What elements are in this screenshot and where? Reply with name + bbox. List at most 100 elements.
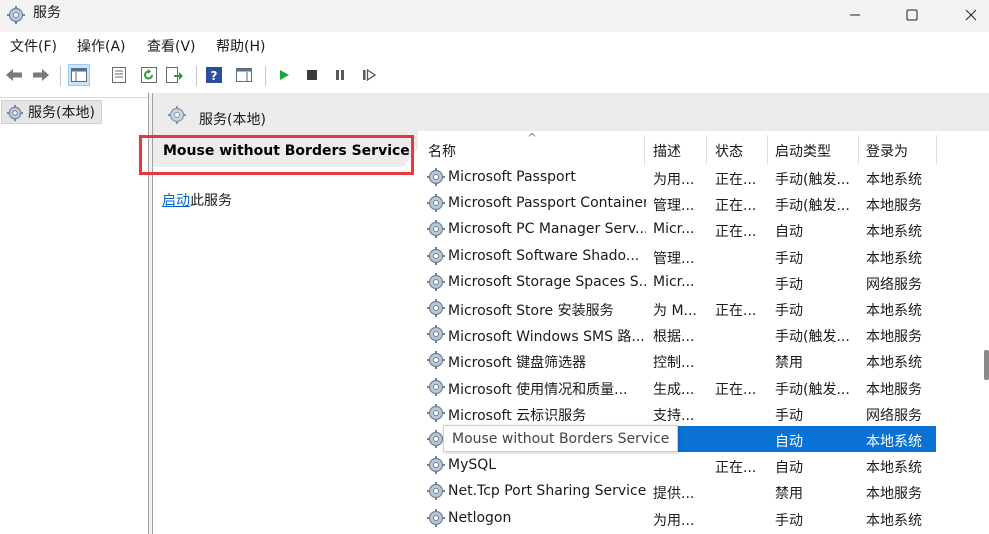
pause-service-button[interactable]: [329, 64, 351, 86]
cell-name: Microsoft Software Shado...: [448, 247, 640, 264]
cell-startup-type: 自动: [775, 434, 803, 450]
cell-description: 根据...: [653, 329, 695, 346]
table-row[interactable]: Microsoft PC Manager Serv... Micr... 正在...…: [418, 216, 938, 242]
start-service-button[interactable]: [273, 64, 295, 86]
service-gear-icon: [427, 220, 445, 239]
vertical-scrollbar[interactable]: [982, 131, 989, 534]
action-pane-button[interactable]: [233, 64, 255, 86]
resume-icon: [363, 69, 376, 81]
minimize-icon: [850, 14, 860, 16]
gear-icon: [7, 6, 25, 24]
cell-name: Net.Tcp Port Sharing Service: [448, 483, 646, 500]
help-button[interactable]: ?: [203, 64, 225, 86]
table-row[interactable]: Microsoft Storage Spaces S... Micr... 手动 网络…: [418, 269, 938, 295]
refresh-icon: [141, 67, 157, 83]
cell-name: Microsoft Store 安装服务: [448, 303, 614, 319]
column-header-status[interactable]: 状态: [715, 141, 743, 161]
back-button[interactable]: [3, 64, 25, 86]
export-button[interactable]: [164, 64, 186, 86]
show-tree-button[interactable]: [68, 64, 90, 86]
scrollbar-thumb[interactable]: [984, 350, 989, 380]
table-row[interactable]: Microsoft Windows SMS 路... 根据... 手动(触发... 本…: [418, 321, 938, 347]
cell-logon-as: 本地系统: [866, 224, 922, 241]
pause-icon: [336, 70, 344, 80]
properties-button[interactable]: [108, 64, 130, 86]
cell-name: Microsoft Windows SMS 路...: [448, 329, 645, 346]
column-header-name[interactable]: 名称: [428, 141, 456, 161]
refresh-button[interactable]: [138, 64, 160, 86]
table-row[interactable]: MySQL 正在... 自动 本地系统: [418, 452, 938, 478]
toolbar-separator: [60, 66, 61, 86]
table-row[interactable]: Microsoft 使用情况和质量... 生成... 正在... 手动(触发... 本地…: [418, 374, 938, 400]
cell-logon-as: 本地系统: [866, 250, 922, 267]
svg-text:?: ?: [211, 69, 218, 83]
cell-description: Micr...: [653, 273, 695, 290]
column-divider[interactable]: [858, 135, 859, 165]
cell-logon-as: 本地系统: [866, 434, 922, 450]
cell-logon-as: 本地系统: [866, 512, 922, 529]
cell-startup-type: 手动(触发...: [775, 172, 850, 188]
cell-name: Microsoft Passport Container: [448, 195, 646, 212]
menu-help[interactable]: 帮助(H): [216, 39, 265, 55]
tree-item-services-local[interactable]: 服务(本地): [1, 100, 102, 124]
column-header-logon-as[interactable]: 登录为: [866, 141, 908, 161]
cell-name: Microsoft 键盘筛选器: [448, 355, 587, 372]
content-header-title: 服务(本地): [199, 112, 266, 128]
table-row[interactable]: Microsoft Software Shado... 管理... 手动 本地系统: [418, 243, 938, 269]
service-gear-icon: [427, 351, 445, 370]
start-service-suffix: 此服务: [190, 193, 232, 209]
gear-icon: [168, 106, 186, 124]
cell-startup-type: 手动: [775, 303, 803, 319]
cell-logon-as: 网络服务: [866, 407, 922, 424]
cell-description: 控制...: [653, 355, 695, 372]
cell-name: Microsoft 云标识服务: [448, 407, 587, 424]
table-row[interactable]: Netlogon 为用... 手动 本地系统: [418, 505, 938, 531]
toolbar-separator: [196, 66, 197, 86]
table-row[interactable]: Mouse without Borders Service 自动 本地系统: [418, 425, 938, 452]
tree-item-label: 服务(本地): [28, 105, 95, 121]
column-divider[interactable]: [706, 135, 707, 165]
table-row[interactable]: Microsoft Store 安装服务 为 M... 正在... 手动 本地系统: [418, 295, 938, 321]
cell-logon-as: 本地服务: [866, 198, 922, 215]
table-row[interactable]: Microsoft Passport Container 管理... 正在... 手动…: [418, 190, 938, 216]
table-row[interactable]: Net.Tcp Port Sharing Service 提供... 禁用 本地服务: [418, 478, 938, 504]
action-pane-icon: [236, 68, 252, 82]
services-list: ^ 名称 描述 状态 启动类型 登录为 Microsoft Passport 为用…: [418, 131, 989, 534]
stop-icon: [307, 70, 317, 80]
cell-startup-type: 自动: [775, 224, 803, 241]
toolbar-separator: [265, 66, 266, 86]
column-divider[interactable]: [936, 135, 937, 165]
table-row[interactable]: Microsoft Passport 为用... 正在... 手动(触发... 本地系统: [418, 164, 938, 190]
service-gear-icon: [427, 377, 445, 396]
cell-startup-type: 手动: [775, 512, 803, 529]
start-service-link[interactable]: 启动: [162, 193, 190, 209]
table-row[interactable]: Microsoft 云标识服务 支持... 手动 网络服务: [418, 400, 938, 426]
cell-logon-as: 本地服务: [866, 329, 922, 346]
stop-service-button[interactable]: [301, 64, 323, 86]
service-gear-icon: [427, 246, 445, 265]
column-header-description[interactable]: 描述: [653, 141, 681, 161]
table-row[interactable]: Microsoft 键盘筛选器 控制... 禁用 本地系统: [418, 347, 938, 373]
menu-view[interactable]: 查看(V): [147, 39, 196, 55]
maximize-button[interactable]: [889, 0, 935, 30]
column-divider[interactable]: [767, 135, 768, 165]
cell-description: 提供...: [653, 486, 695, 503]
cell-status: 正在...: [715, 303, 757, 319]
cell-logon-as: 网络服务: [866, 276, 922, 293]
cell-status: 正在...: [715, 172, 757, 188]
close-button[interactable]: [948, 0, 989, 30]
cell-logon-as: 本地服务: [866, 486, 922, 503]
service-gear-icon: [427, 482, 445, 501]
column-divider[interactable]: [644, 135, 645, 165]
forward-button[interactable]: [30, 64, 52, 86]
menu-action[interactable]: 操作(A): [77, 39, 126, 55]
sort-ascending-icon: ^: [527, 131, 538, 145]
resume-service-button[interactable]: [358, 64, 380, 86]
cell-logon-as: 本地系统: [866, 172, 922, 188]
cell-startup-type: 禁用: [775, 355, 803, 372]
toolbar: ?: [0, 60, 989, 92]
minimize-button[interactable]: [832, 0, 878, 30]
back-icon: [6, 69, 22, 81]
menu-file[interactable]: 文件(F): [10, 39, 57, 55]
column-header-startup-type[interactable]: 启动类型: [775, 141, 831, 161]
